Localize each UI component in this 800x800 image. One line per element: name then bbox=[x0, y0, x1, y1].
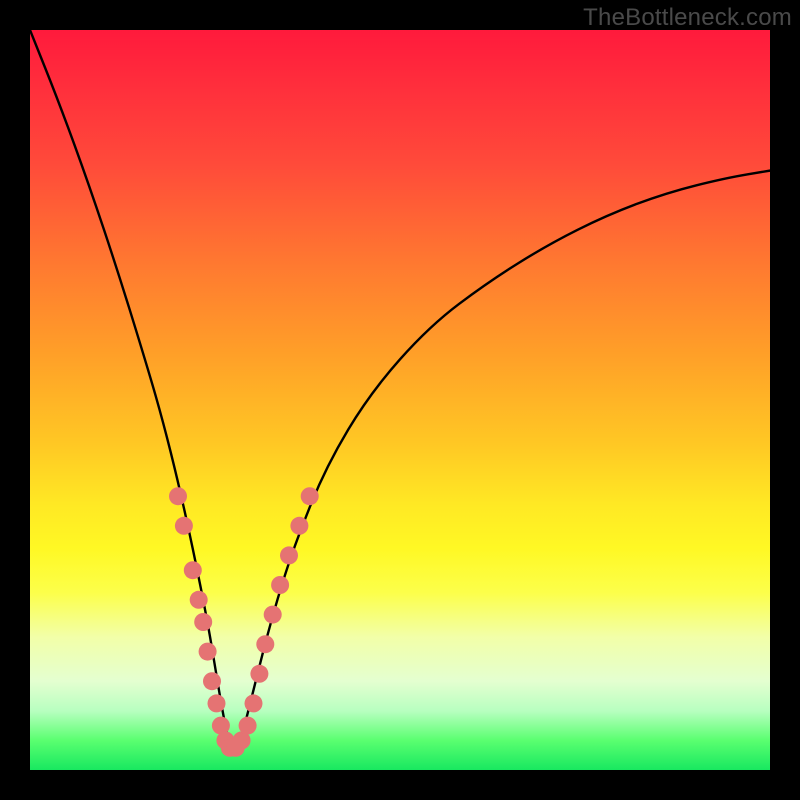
marker-dot bbox=[290, 517, 308, 535]
marker-dot bbox=[239, 717, 257, 735]
marker-group bbox=[169, 487, 319, 757]
marker-dot bbox=[264, 606, 282, 624]
marker-dot bbox=[194, 613, 212, 631]
bottleneck-curve bbox=[30, 30, 770, 748]
plot-area bbox=[30, 30, 770, 770]
chart-container: TheBottleneck.com bbox=[0, 0, 800, 800]
marker-dot bbox=[199, 643, 217, 661]
marker-dot bbox=[184, 561, 202, 579]
marker-dot bbox=[250, 665, 268, 683]
marker-dot bbox=[175, 517, 193, 535]
watermark-text: TheBottleneck.com bbox=[583, 4, 792, 32]
marker-dot bbox=[280, 546, 298, 564]
marker-dot bbox=[256, 635, 274, 653]
curve-svg bbox=[30, 30, 770, 770]
marker-dot bbox=[301, 487, 319, 505]
marker-dot bbox=[208, 694, 226, 712]
marker-dot bbox=[271, 576, 289, 594]
marker-dot bbox=[169, 487, 187, 505]
marker-dot bbox=[203, 672, 221, 690]
marker-dot bbox=[190, 591, 208, 609]
marker-dot bbox=[245, 694, 263, 712]
